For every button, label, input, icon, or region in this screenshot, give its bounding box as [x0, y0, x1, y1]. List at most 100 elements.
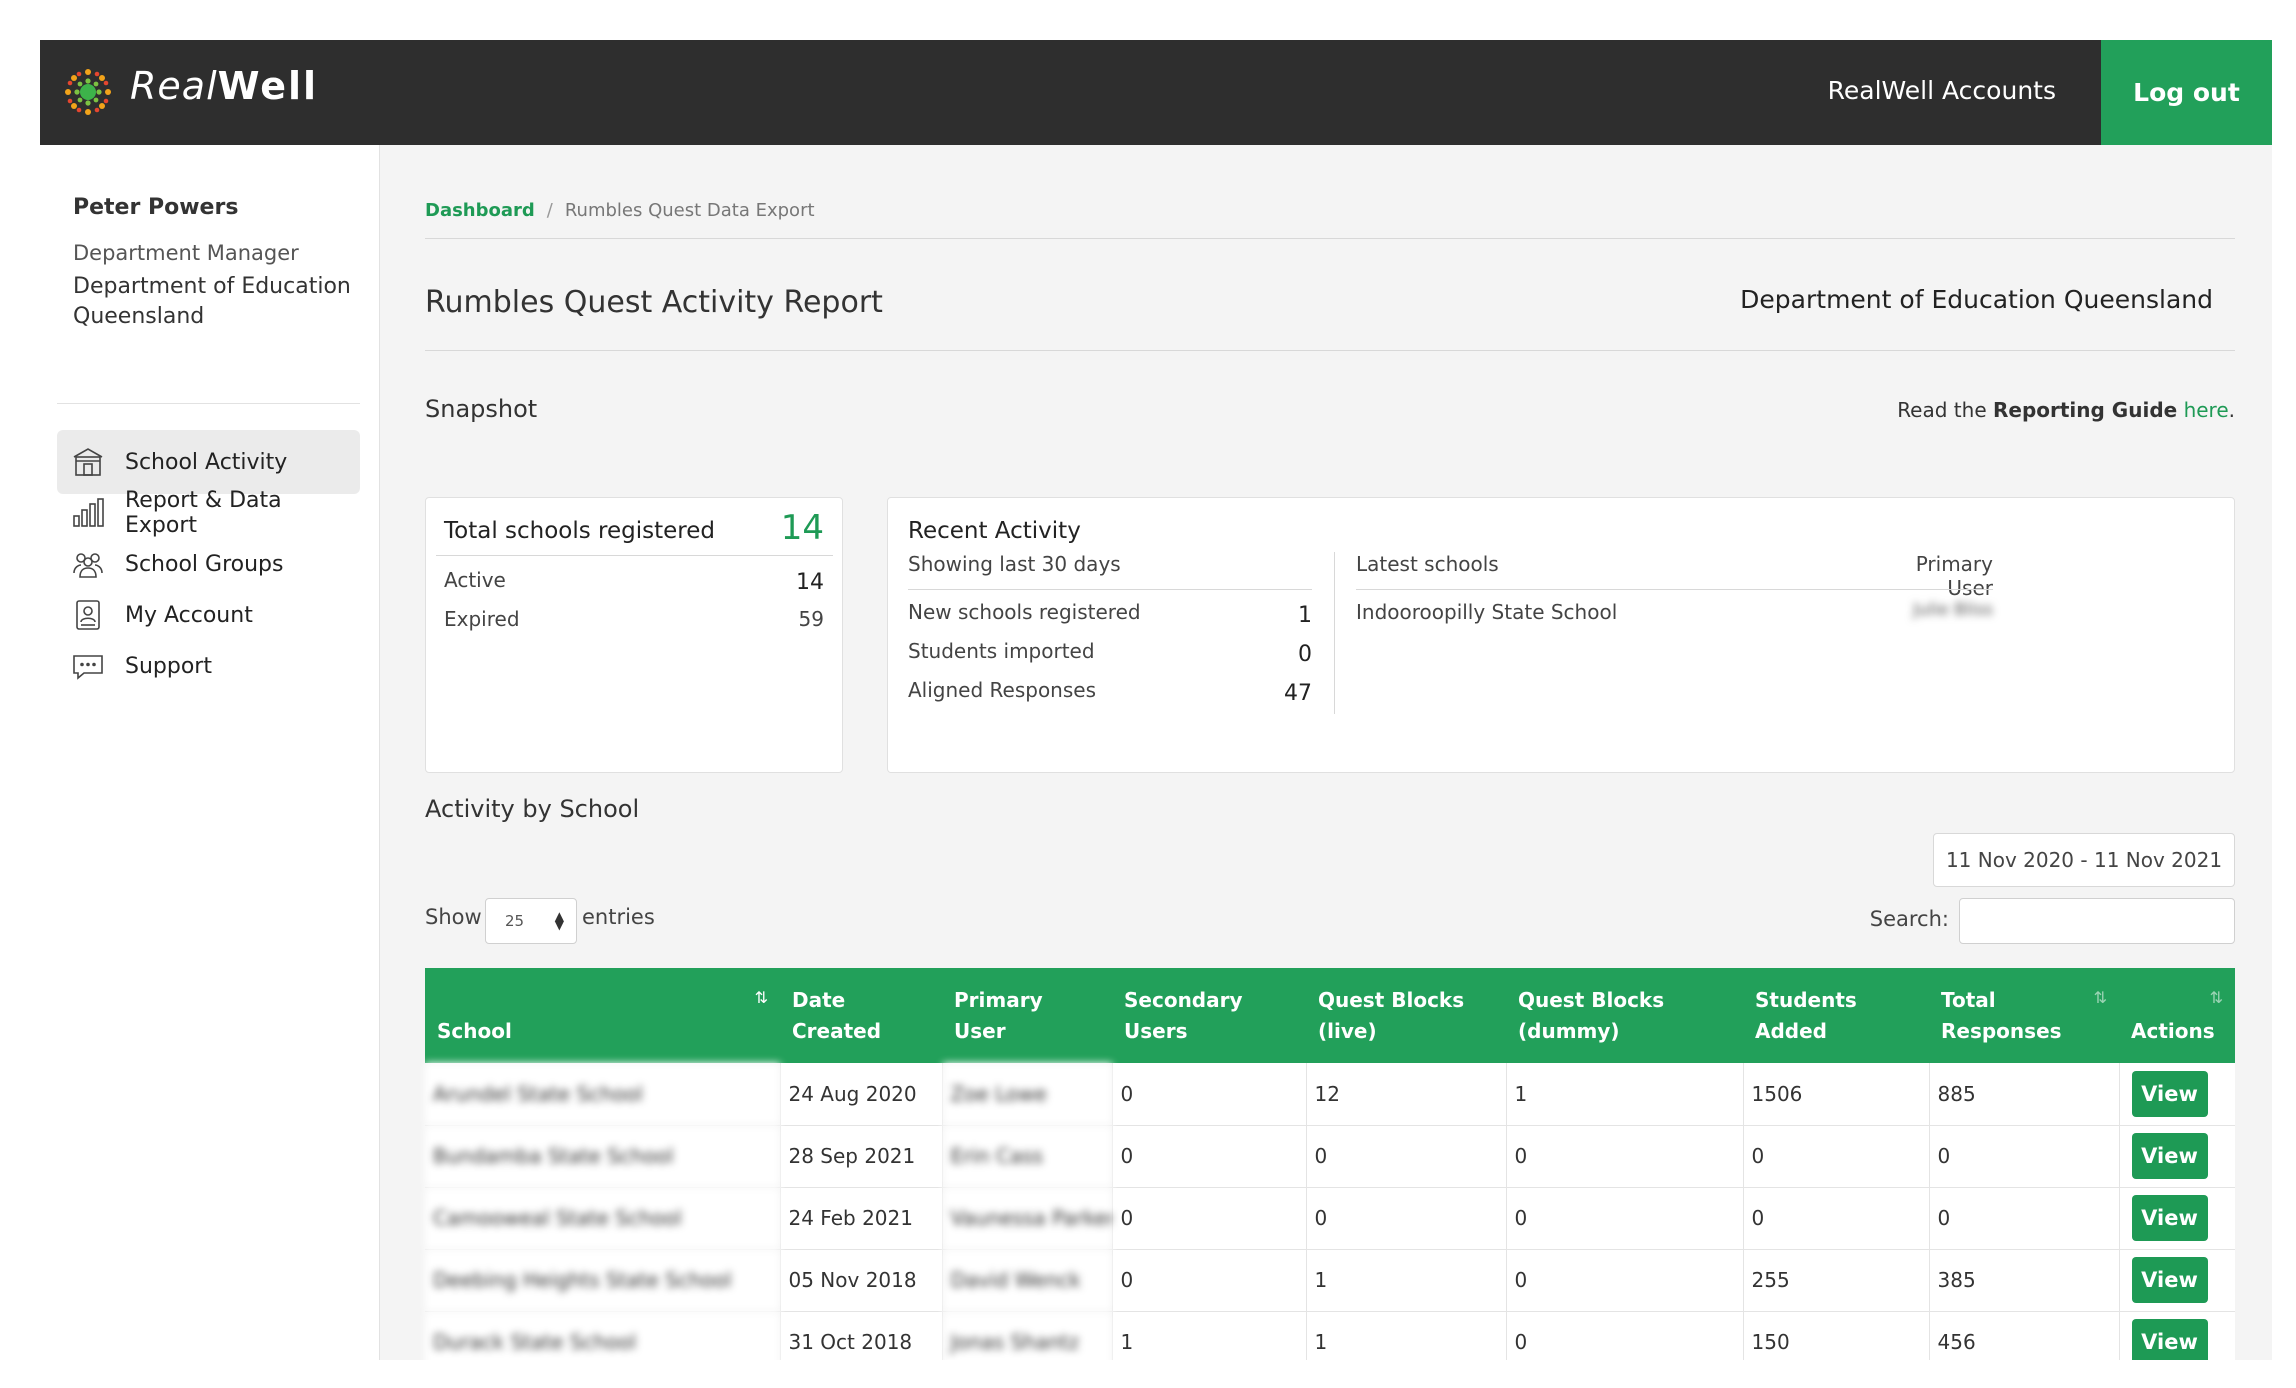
- total-responses-cell: 885: [1929, 1063, 2120, 1126]
- secondary-users-cell: 0: [1112, 1187, 1307, 1250]
- primary-user-cell: David Wenck: [942, 1249, 1113, 1312]
- recent-row-value: 0: [1298, 642, 1312, 667]
- sidebar-item-label: School Activity: [125, 449, 288, 475]
- column-header-total-responses[interactable]: Total Responses ⇅: [1929, 968, 2119, 1063]
- entries-label: entries: [582, 905, 655, 929]
- brand-bold: Well: [217, 64, 319, 108]
- view-button[interactable]: View: [2131, 1070, 2208, 1117]
- view-button[interactable]: View: [2131, 1319, 2208, 1360]
- table-body: Arundel State School 24 Aug 2020 Zoe Lowe 0…: [425, 1063, 2235, 1360]
- column-header-secondary-users[interactable]: Secondary Users: [1112, 968, 1306, 1063]
- sort-icon: ⇅: [2209, 988, 2223, 1007]
- card-divider: [1356, 589, 1993, 590]
- view-button[interactable]: View: [2131, 1133, 2208, 1179]
- user-name: Peter Powers: [73, 195, 239, 220]
- realwell-logo-icon[interactable]: [62, 66, 114, 118]
- primary-user-cell: Zoe Lowe: [942, 1063, 1113, 1126]
- quest-blocks-live-cell: 1: [1306, 1311, 1507, 1360]
- total-schools-card: Total schools registered 14 Active 14 Ex…: [425, 497, 843, 773]
- column-header-actions[interactable]: Actions ⇅: [2119, 968, 2235, 1063]
- view-button[interactable]: View: [2131, 1257, 2208, 1303]
- recent-row-value: 47: [1284, 681, 1312, 706]
- total-schools-value: 14: [780, 508, 824, 548]
- activity-table: School ⇅ Date Created Primary User Second…: [425, 968, 2235, 1360]
- sidebar-item-label: Report & Data Export: [125, 488, 282, 538]
- latest-school-name[interactable]: Indooroopilly State School: [1356, 600, 1617, 624]
- recent-activity-card: Recent Activity Showing last 30 days New…: [887, 497, 2235, 773]
- students-added-cell: 255: [1743, 1249, 1930, 1312]
- primary-user-cell: Jonas Shantz: [942, 1311, 1113, 1360]
- column-header-school[interactable]: School ⇅: [425, 968, 780, 1063]
- students-added-cell: 1506: [1743, 1063, 1930, 1126]
- school-cell: Bundamba State School: [425, 1125, 781, 1188]
- school-building-icon: [71, 445, 105, 479]
- table-row: Camooweal State School 24 Feb 2021 Vauness…: [425, 1187, 2235, 1250]
- vertical-divider: [1334, 552, 1335, 714]
- students-added-cell: 0: [1743, 1125, 1930, 1188]
- column-header-primary-user[interactable]: Primary User: [942, 968, 1112, 1063]
- column-label: Students Added: [1755, 988, 1857, 1043]
- quest-blocks-live-cell: 12: [1306, 1063, 1507, 1126]
- column-header-students-added[interactable]: Students Added: [1743, 968, 1929, 1063]
- breadcrumb-dashboard-link[interactable]: Dashboard: [425, 200, 535, 221]
- recent-row-label: Aligned Responses: [908, 678, 1096, 702]
- search-label: Search:: [1869, 907, 1949, 931]
- quest-blocks-dummy-cell: 1: [1506, 1063, 1744, 1126]
- guide-bold: Reporting Guide: [1992, 398, 2178, 422]
- realwell-accounts-link[interactable]: RealWell Accounts: [1828, 76, 2056, 105]
- primary-user-cell: Erin Cass: [942, 1125, 1113, 1188]
- card-divider: [908, 589, 1312, 590]
- quest-blocks-dummy-cell: 0: [1506, 1311, 1744, 1360]
- total-responses-cell: 385: [1929, 1249, 2120, 1312]
- quest-blocks-live-cell: 1: [1306, 1249, 1507, 1312]
- date-created-cell: 31 Oct 2018: [780, 1311, 943, 1360]
- sidebar-item-label: Support: [125, 653, 212, 679]
- table-row: Deebing Heights State School 05 Nov 2018 D…: [425, 1249, 2235, 1312]
- snapshot-heading: Snapshot: [425, 395, 538, 423]
- column-label: School: [437, 1019, 512, 1043]
- school-cell: Deebing Heights State School: [425, 1249, 781, 1312]
- logout-button[interactable]: Log out: [2101, 40, 2272, 145]
- brand-light: Real: [130, 64, 218, 108]
- column-label: Date Created: [792, 988, 882, 1043]
- breadcrumb: Dashboard / Rumbles Quest Data Export: [425, 200, 815, 221]
- actions-cell: View: [2119, 1249, 2235, 1312]
- total-schools-label: Total schools registered: [444, 518, 716, 544]
- column-header-date-created[interactable]: Date Created: [780, 968, 942, 1063]
- column-header-quest-blocks-dummy[interactable]: Quest Blocks (dummy): [1506, 968, 1743, 1063]
- actions-cell: View: [2119, 1187, 2235, 1250]
- date-range-picker[interactable]: 11 Nov 2020 - 11 Nov 2021: [1933, 833, 2235, 887]
- column-label: Total Responses: [1941, 988, 2062, 1043]
- recent-row-label: New schools registered: [908, 600, 1141, 624]
- expired-value: 59: [798, 607, 824, 631]
- sidebar-item-label: School Groups: [125, 551, 284, 577]
- table-row: Durack State School 31 Oct 2018 Jonas Shan…: [425, 1311, 2235, 1360]
- brand-name[interactable]: RealWell: [130, 64, 318, 108]
- primary-user-cell: Vaunessa Parker: [942, 1187, 1113, 1250]
- user-role: Department Manager: [73, 241, 299, 265]
- column-header-quest-blocks-live[interactable]: Quest Blocks (live): [1306, 968, 1506, 1063]
- top-navbar: RealWell RealWell Accounts Log out: [40, 40, 2272, 145]
- quest-blocks-dummy-cell: 0: [1506, 1187, 1744, 1250]
- table-row: Arundel State School 24 Aug 2020 Zoe Lowe 0…: [425, 1063, 2235, 1126]
- sidebar-item-support[interactable]: Support: [57, 634, 360, 698]
- show-label: Show: [425, 905, 482, 929]
- date-created-cell: 24 Feb 2021: [780, 1187, 943, 1250]
- reporting-guide-link[interactable]: here: [2184, 398, 2229, 422]
- guide-prefix: Read the: [1897, 398, 1993, 422]
- organisation-title: Department of Education Queensland: [1740, 285, 2213, 314]
- view-button[interactable]: View: [2131, 1195, 2208, 1241]
- search-input[interactable]: [1959, 898, 2235, 944]
- students-added-cell: 0: [1743, 1187, 1930, 1250]
- total-responses-cell: 0: [1929, 1187, 2120, 1250]
- column-label: Primary User: [954, 988, 1043, 1043]
- recent-activity-subtitle: Showing last 30 days: [908, 552, 1121, 576]
- total-responses-cell: 456: [1929, 1311, 2120, 1360]
- entries-select[interactable]: 25 ▲ ▼: [485, 898, 577, 944]
- latest-schools-header: Latest schools: [1356, 552, 1499, 576]
- table-header-row: School ⇅ Date Created Primary User Second…: [425, 968, 2235, 1063]
- select-arrows-icon: ▲ ▼: [554, 909, 564, 932]
- secondary-users-cell: 0: [1112, 1249, 1307, 1312]
- app-window: RealWell RealWell Accounts Log out Peter…: [40, 40, 2272, 1360]
- actions-cell: View: [2119, 1311, 2235, 1360]
